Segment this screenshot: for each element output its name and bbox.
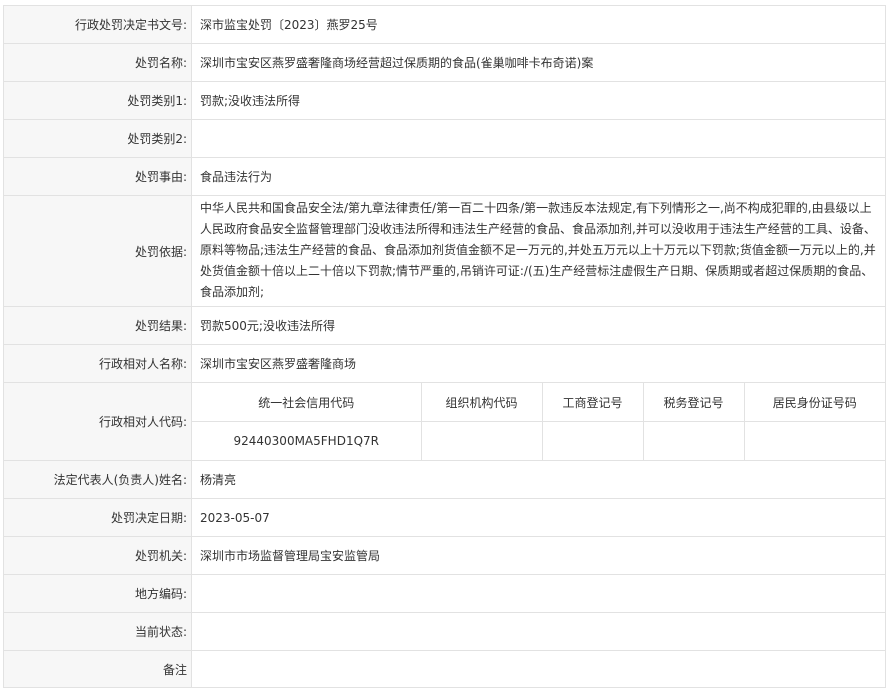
- row-result: 处罚结果: 罚款500元;没收违法所得: [3, 306, 886, 345]
- local-code-label: 地方编码:: [3, 574, 192, 613]
- authority-value: 深圳市市场监督管理局宝安监管局: [191, 536, 886, 575]
- row-local-code: 地方编码:: [3, 574, 886, 613]
- result-label: 处罚结果:: [3, 306, 192, 345]
- status-value: [191, 612, 886, 651]
- row-authority: 处罚机关: 深圳市市场监督管理局宝安监管局: [3, 536, 886, 575]
- header-org-code: 组织机构代码: [420, 383, 543, 422]
- doc-no-label: 行政处罚决定书文号:: [3, 5, 192, 44]
- penalty-info-table: 行政处罚决定书文号: 深市监宝处罚〔2023〕燕罗25号 处罚名称: 深圳市宝安…: [3, 5, 886, 688]
- local-code-value: [191, 574, 886, 613]
- row-remark: 备注: [3, 650, 886, 688]
- penalty-name-value: 深圳市宝安区燕罗盛奢隆商场经营超过保质期的食品(雀巢咖啡卡布奇诺)案: [191, 43, 886, 82]
- row-party-code: 行政相对人代码: 统一社会信用代码 组织机构代码 工商登记号 税务登记号 居民身…: [3, 382, 886, 461]
- party-code-header-row: 统一社会信用代码 组织机构代码 工商登记号 税务登记号 居民身份证号码: [192, 383, 885, 422]
- row-basis: 处罚依据: 中华人民共和国食品安全法/第九章法律责任/第一百二十四条/第一款违反…: [3, 195, 886, 307]
- result-value: 罚款500元;没收违法所得: [191, 306, 886, 345]
- doc-no-value: 深市监宝处罚〔2023〕燕罗25号: [191, 5, 886, 44]
- value-org-code: [420, 421, 543, 460]
- party-code-value-row: 92440300MA5FHD1Q7R: [192, 421, 885, 460]
- category-1-value: 罚款;没收违法所得: [191, 81, 886, 120]
- party-code-label: 行政相对人代码:: [3, 382, 192, 461]
- party-name-value: 深圳市宝安区燕罗盛奢隆商场: [191, 344, 886, 383]
- row-category-2: 处罚类别2:: [3, 119, 886, 158]
- row-penalty-name: 处罚名称: 深圳市宝安区燕罗盛奢隆商场经营超过保质期的食品(雀巢咖啡卡布奇诺)案: [3, 43, 886, 82]
- row-category-1: 处罚类别1: 罚款;没收违法所得: [3, 81, 886, 120]
- category-2-value: [191, 119, 886, 158]
- row-party-name: 行政相对人名称: 深圳市宝安区燕罗盛奢隆商场: [3, 344, 886, 383]
- value-tax-reg-no: [642, 421, 745, 460]
- category-2-label: 处罚类别2:: [3, 119, 192, 158]
- decision-date-label: 处罚决定日期:: [3, 498, 192, 537]
- header-id-card-no: 居民身份证号码: [743, 383, 885, 422]
- header-business-reg-no: 工商登记号: [541, 383, 644, 422]
- party-name-label: 行政相对人名称:: [3, 344, 192, 383]
- basis-value: 中华人民共和国食品安全法/第九章法律责任/第一百二十四条/第一款违反本法规定,有…: [191, 195, 886, 307]
- status-label: 当前状态:: [3, 612, 192, 651]
- category-1-label: 处罚类别1:: [3, 81, 192, 120]
- remark-value: [191, 650, 886, 688]
- legal-rep-label: 法定代表人(负责人)姓名:: [3, 460, 192, 499]
- party-code-cell: 统一社会信用代码 组织机构代码 工商登记号 税务登记号 居民身份证号码 9244…: [191, 382, 886, 461]
- value-id-card-no: [743, 421, 885, 460]
- row-status: 当前状态:: [3, 612, 886, 651]
- row-reason: 处罚事由: 食品违法行为: [3, 157, 886, 196]
- decision-date-value: 2023-05-07: [191, 498, 886, 537]
- penalty-name-label: 处罚名称:: [3, 43, 192, 82]
- header-tax-reg-no: 税务登记号: [642, 383, 745, 422]
- reason-label: 处罚事由:: [3, 157, 192, 196]
- value-credit-code: 92440300MA5FHD1Q7R: [192, 421, 422, 460]
- basis-label: 处罚依据:: [3, 195, 192, 307]
- legal-rep-value: 杨清亮: [191, 460, 886, 499]
- row-legal-rep: 法定代表人(负责人)姓名: 杨清亮: [3, 460, 886, 499]
- authority-label: 处罚机关:: [3, 536, 192, 575]
- remark-label: 备注: [3, 650, 192, 688]
- party-code-table: 统一社会信用代码 组织机构代码 工商登记号 税务登记号 居民身份证号码 9244…: [192, 383, 885, 460]
- row-doc-no: 行政处罚决定书文号: 深市监宝处罚〔2023〕燕罗25号: [3, 5, 886, 44]
- reason-value: 食品违法行为: [191, 157, 886, 196]
- value-business-reg-no: [541, 421, 644, 460]
- row-decision-date: 处罚决定日期: 2023-05-07: [3, 498, 886, 537]
- header-credit-code: 统一社会信用代码: [192, 383, 422, 422]
